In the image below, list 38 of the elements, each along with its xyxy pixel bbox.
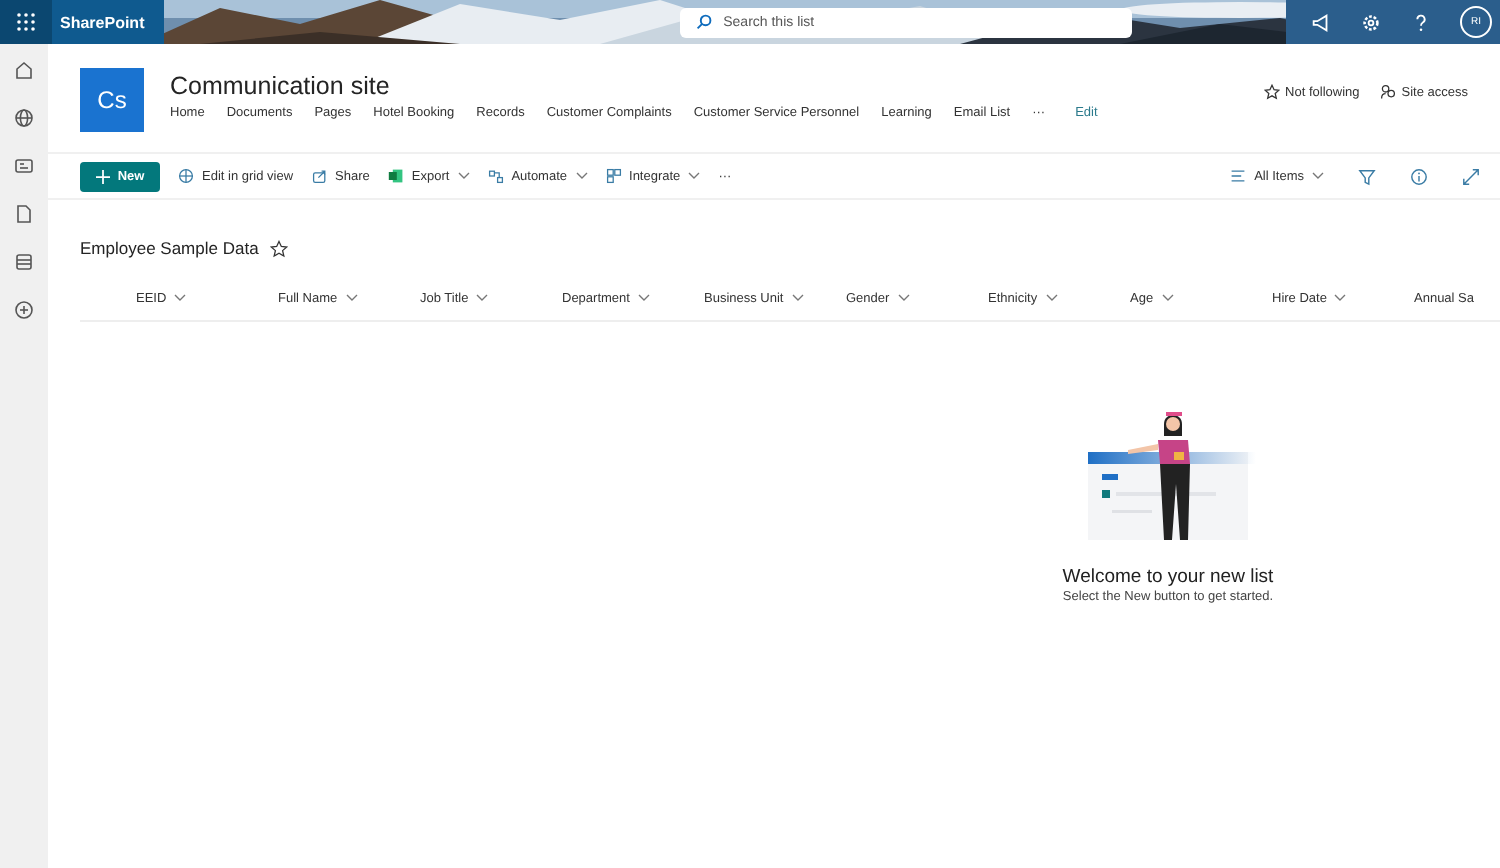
apps-icon xyxy=(605,168,622,184)
filter-icon[interactable] xyxy=(1358,167,1376,185)
globe-icon xyxy=(178,168,194,184)
home-icon[interactable] xyxy=(14,60,34,80)
chevron-down-icon xyxy=(897,294,910,302)
chevron-down-icon xyxy=(1161,294,1174,302)
spreadsheet-icon xyxy=(387,168,404,184)
info-icon[interactable] xyxy=(1410,167,1428,185)
favorite-star-icon[interactable] xyxy=(270,239,289,257)
share-icon xyxy=(311,168,328,184)
chevron-down-icon xyxy=(345,294,358,302)
lines-icon xyxy=(1230,168,1247,184)
megaphone-icon[interactable] xyxy=(1309,11,1332,33)
chevron-down-icon xyxy=(791,294,804,302)
chevron-down-icon xyxy=(476,294,489,302)
document-icon[interactable] xyxy=(14,204,34,224)
star-icon xyxy=(1263,84,1280,100)
list-icon[interactable] xyxy=(14,252,34,272)
site-title[interactable]: Communication site xyxy=(170,72,1238,100)
chevron-down-icon xyxy=(1312,172,1324,180)
chevron-down-icon xyxy=(1334,294,1347,302)
settings-icon[interactable] xyxy=(1359,11,1382,33)
site-logo[interactable]: Cs xyxy=(80,68,144,132)
app-launcher-button[interactable] xyxy=(0,0,52,44)
plus-icon xyxy=(95,169,110,183)
flow-icon xyxy=(487,168,504,184)
waffle-icon xyxy=(16,12,36,32)
search-icon xyxy=(695,14,712,30)
list-title: Employee Sample Data xyxy=(80,238,259,258)
add-icon[interactable] xyxy=(14,300,34,320)
people-icon xyxy=(1379,84,1396,100)
chevron-down-icon xyxy=(637,294,650,302)
globe-icon[interactable] xyxy=(14,108,34,128)
chevron-down-icon xyxy=(174,294,187,302)
news-icon[interactable] xyxy=(14,156,34,176)
expand-icon[interactable] xyxy=(1462,167,1480,185)
chevron-down-icon xyxy=(1045,294,1058,302)
empty-state-title: Welcome to your new list xyxy=(1062,566,1274,588)
